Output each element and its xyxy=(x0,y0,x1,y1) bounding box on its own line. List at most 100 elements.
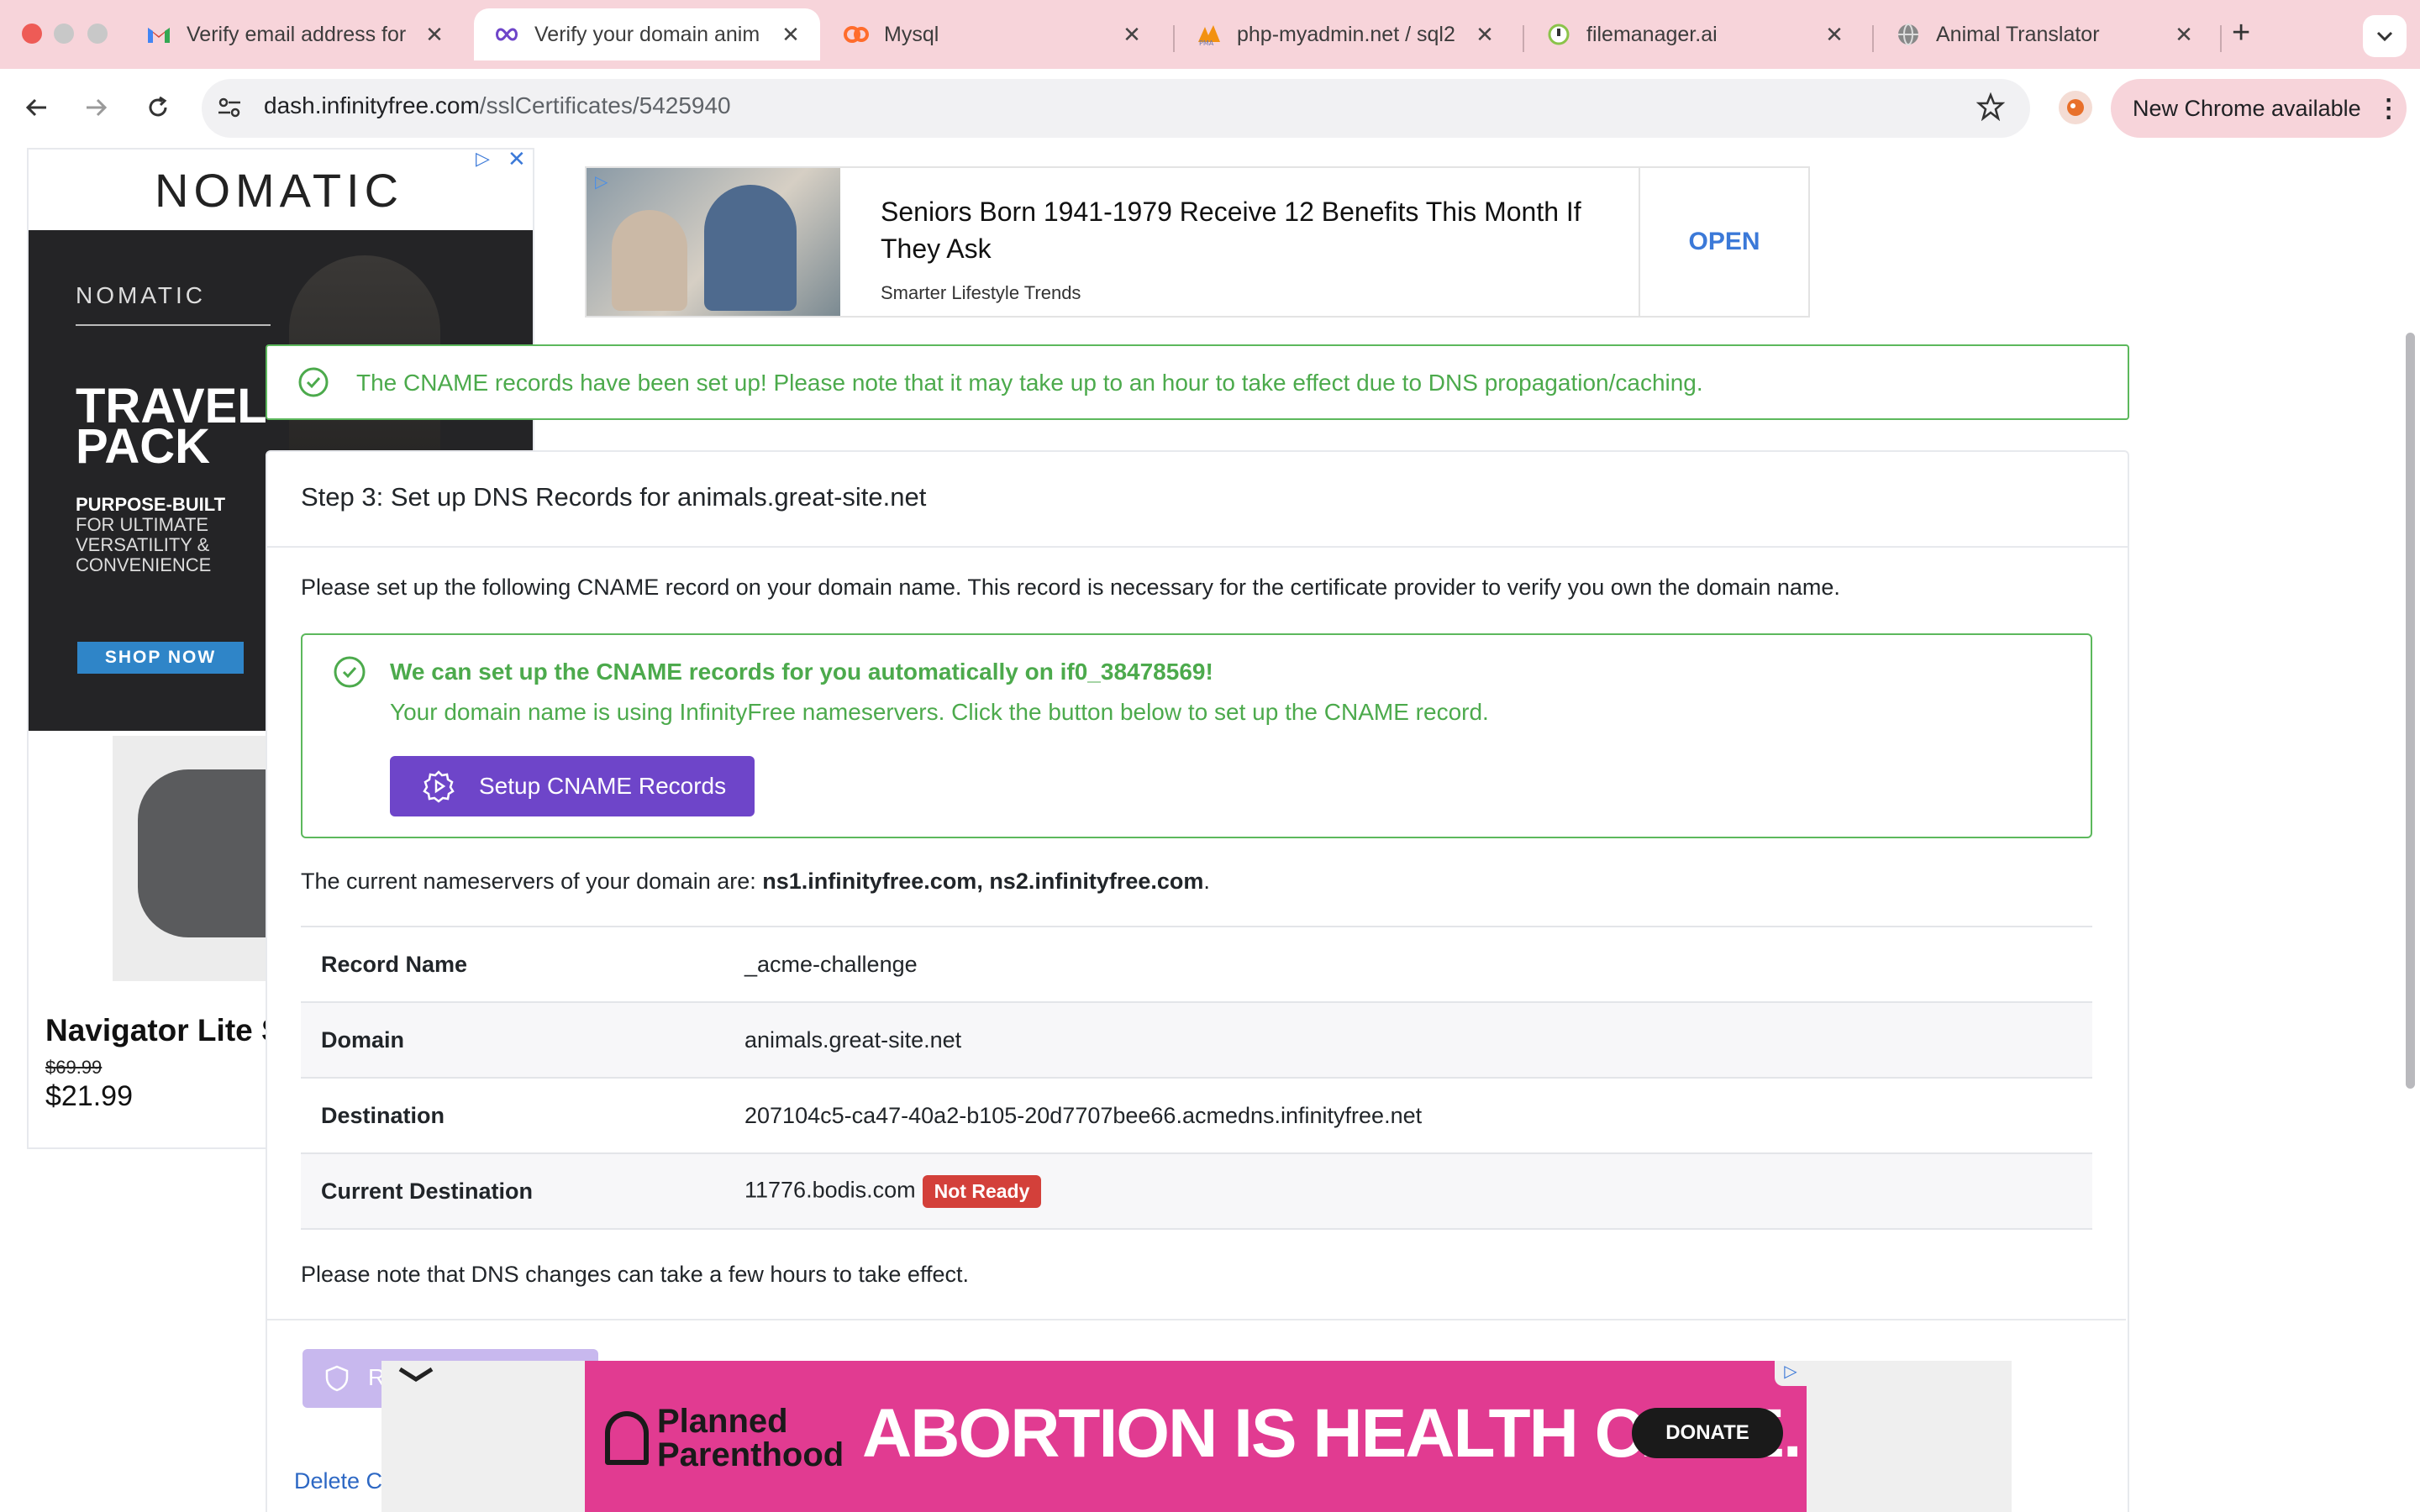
table-row: Record Name _acme-challenge xyxy=(301,926,2092,1001)
maximize-window-button[interactable] xyxy=(87,24,108,44)
bookmark-star-icon[interactable] xyxy=(1975,92,2006,125)
tab-gmail[interactable]: Verify email address for ✕ xyxy=(126,8,464,60)
donate-button[interactable]: DONATE xyxy=(1632,1408,1783,1458)
filemanager-icon xyxy=(1546,22,1571,47)
tab-verify-domain[interactable]: Verify your domain anim ✕ xyxy=(474,8,820,60)
tab-title: Animal Translator xyxy=(1936,22,2100,46)
card-footer-divider xyxy=(266,1319,2126,1320)
record-value: _acme-challenge xyxy=(744,951,918,977)
product-old-price: $69.99 xyxy=(45,1057,103,1078)
tab-title: Verify your domain anim xyxy=(534,22,760,46)
adchoices-icon[interactable]: ▷ xyxy=(1775,1361,1807,1386)
ad-line-2: FOR ULTIMATE xyxy=(76,514,209,535)
tab-search-button[interactable] xyxy=(2363,15,2407,57)
url-text: dash.infinityfree.com/sslCertificates/54… xyxy=(264,92,731,119)
chevron-down-icon[interactable] xyxy=(397,1364,435,1390)
nameservers-suffix: . xyxy=(1203,869,1210,894)
tab-title: Mysql xyxy=(884,22,939,46)
tab-title: php-myadmin.net / sql2 xyxy=(1237,22,1455,46)
dns-note: Please note that DNS changes can take a … xyxy=(301,1262,969,1287)
back-button[interactable] xyxy=(17,87,57,128)
chevron-down-icon xyxy=(2376,31,2393,41)
auto-setup-box: We can set up the CNAME records for you … xyxy=(301,633,2092,838)
tab-strip: Verify email address for ✕ Verify your d… xyxy=(0,0,2420,69)
setup-cname-button[interactable]: Setup CNAME Records xyxy=(390,756,755,816)
tab-divider xyxy=(1872,25,1874,52)
cpanel-icon xyxy=(844,22,869,47)
nameservers-prefix: The current nameservers of your domain a… xyxy=(301,869,763,894)
card-title: Step 3: Set up DNS Records for animals.g… xyxy=(301,482,927,512)
product-name[interactable]: Navigator Lite S xyxy=(45,1013,282,1048)
gear-play-icon xyxy=(423,770,455,803)
record-value: 207104c5-ca47-40a2-b105-20d7707bee66.acm… xyxy=(744,1102,1423,1128)
tab-filemanager[interactable]: filemanager.ai ✕ xyxy=(1526,8,1864,60)
ad-line-3: VERSATILITY & xyxy=(76,534,210,555)
success-alert-text: The CNAME records have been set up! Plea… xyxy=(356,370,1703,396)
tab-animal-translator[interactable]: Animal Translator ✕ xyxy=(1876,8,2213,60)
person-image xyxy=(704,185,797,311)
tab-close-icon[interactable]: ✕ xyxy=(422,22,447,48)
tab-phpmyadmin[interactable]: PMA php-myadmin.net / sql2 ✕ xyxy=(1176,8,1514,60)
divider xyxy=(76,324,271,326)
auto-setup-subtitle: Your domain name is using InfinityFree n… xyxy=(390,699,1489,725)
tab-divider xyxy=(2220,25,2222,52)
tab-divider xyxy=(1523,25,1524,52)
record-label: Record Name xyxy=(321,951,468,977)
delete-certificate-link[interactable]: Delete C xyxy=(294,1468,382,1494)
ad-line-4: CONVENIENCE xyxy=(76,554,212,575)
card-header: Step 3: Set up DNS Records for animals.g… xyxy=(267,452,2128,548)
record-value-cell: 11776.bodis.com Not Ready xyxy=(744,1174,1042,1208)
forward-button[interactable] xyxy=(76,87,116,128)
tab-mysql[interactable]: Mysql ✕ xyxy=(823,8,1161,60)
reload-icon xyxy=(149,96,167,117)
planned-parenthood-ad[interactable]: ▷ Planned Parenthood ABORTION IS HEALTH … xyxy=(585,1361,1807,1512)
dns-records-table: Record Name _acme-challenge Domain anima… xyxy=(301,926,2092,1230)
tab-close-icon[interactable]: ✕ xyxy=(2171,22,2196,48)
pp-logo-text: Planned Parenthood xyxy=(657,1403,844,1473)
record-label: Domain xyxy=(321,1026,405,1053)
nomatic-logo: NOMATIC xyxy=(155,164,404,217)
tab-close-icon[interactable]: ✕ xyxy=(778,22,803,48)
svg-text:PMA: PMA xyxy=(1199,39,1214,45)
minimize-window-button[interactable] xyxy=(54,24,74,44)
table-row: Destination 207104c5-ca47-40a2-b105-20d7… xyxy=(301,1077,2092,1152)
tab-divider xyxy=(1173,25,1175,52)
auto-setup-title: We can set up the CNAME records for you … xyxy=(390,659,1213,685)
nameservers-text: The current nameservers of your domain a… xyxy=(301,869,1210,895)
chrome-update-button[interactable]: New Chrome available ⋮ xyxy=(2111,79,2407,138)
record-label: Current Destination xyxy=(321,1178,534,1204)
adchoices-icon[interactable]: ▷ xyxy=(476,150,490,170)
kebab-menu-icon[interactable]: ⋮ xyxy=(2376,94,2402,123)
close-window-button[interactable] xyxy=(22,24,42,44)
extension-icon[interactable] xyxy=(2059,91,2092,124)
table-row: Current Destination 11776.bodis.com Not R… xyxy=(301,1152,2092,1230)
tab-close-icon[interactable]: ✕ xyxy=(1119,22,1144,48)
new-tab-button[interactable]: + xyxy=(2232,15,2250,51)
person-image xyxy=(612,210,687,311)
scrollbar-thumb[interactable] xyxy=(2406,333,2415,1089)
ad-open-button[interactable]: OPEN xyxy=(1639,168,1808,316)
ad-title: Seniors Born 1941-1979 Receive 12 Benefi… xyxy=(881,197,1581,264)
shield-icon xyxy=(325,1365,349,1392)
seniors-ad[interactable]: ▷ Seniors Born 1941-1979 Receive 12 Bene… xyxy=(585,166,1810,318)
product-new-price: $21.99 xyxy=(45,1080,133,1112)
adchoices-icon[interactable]: ▷ xyxy=(595,171,608,192)
gmail-icon xyxy=(146,22,171,47)
nameservers-values: ns1.infinityfree.com, ns2.infinityfree.c… xyxy=(762,869,1204,894)
site-info-icon[interactable] xyxy=(215,93,244,126)
page-scrollbar[interactable] xyxy=(2398,148,2420,1512)
intro-text: Please set up the following CNAME record… xyxy=(301,575,1840,600)
chrome-update-label: New Chrome available xyxy=(2133,95,2361,121)
ad-source: Smarter Lifestyle Trends xyxy=(881,282,1081,303)
status-badge: Not Ready xyxy=(922,1174,1042,1208)
tab-close-icon[interactable]: ✕ xyxy=(1472,22,1497,48)
ad-line-1: PURPOSE-BUILT xyxy=(76,494,226,515)
ad-photo: ▷ xyxy=(587,168,840,316)
tab-close-icon[interactable]: ✕ xyxy=(1822,22,1847,48)
tab-title: filemanager.ai xyxy=(1586,22,1718,46)
ad-close-icon[interactable]: ✕ xyxy=(508,150,526,172)
url-host: dash.infinityfree.com xyxy=(264,92,480,118)
reload-button[interactable] xyxy=(138,87,178,128)
success-alert: The CNAME records have been set up! Plea… xyxy=(266,344,2129,420)
shop-now-button[interactable]: SHOP NOW xyxy=(77,642,244,674)
